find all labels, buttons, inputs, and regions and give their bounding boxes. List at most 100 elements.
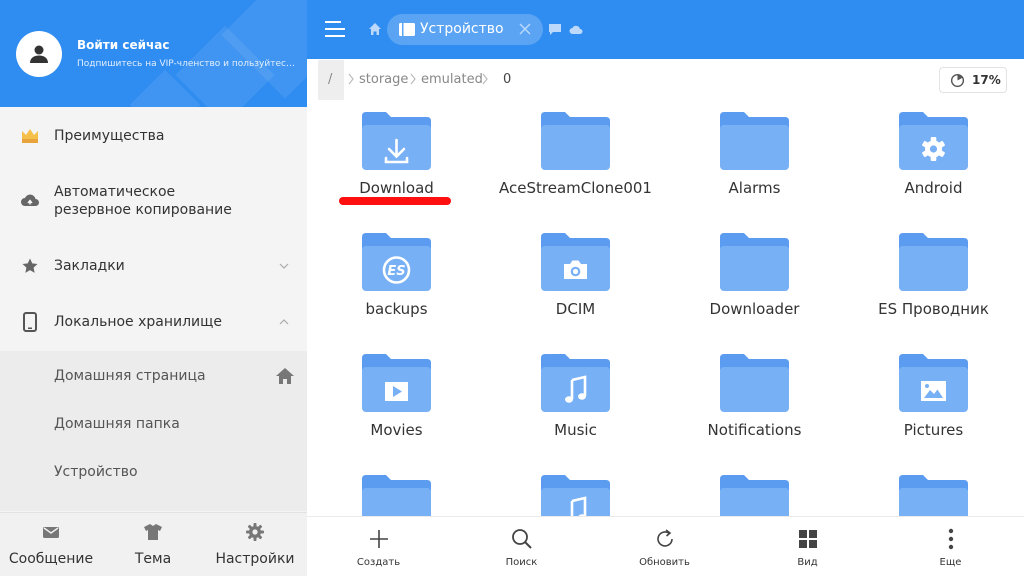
storage-percent: 17% [972, 73, 1001, 87]
breadcrumb-storage[interactable]: storage [359, 72, 408, 87]
folder-label: Android [904, 179, 963, 197]
svg-text:ES: ES [387, 264, 405, 279]
folder-label: Download [359, 179, 434, 197]
refresh-button[interactable]: Обновить [593, 517, 736, 576]
cloud-icon[interactable] [569, 24, 583, 34]
folder-partial[interactable] [665, 465, 844, 516]
folder-downloader[interactable]: Downloader [665, 223, 844, 344]
folder-pictures[interactable]: Pictures [844, 344, 1023, 465]
folder-icon [720, 233, 789, 291]
create-button[interactable]: Создать [307, 517, 450, 576]
refresh-icon [656, 529, 673, 547]
profile-header[interactable]: Войти сейчас Подпишитесь на VIP-членство… [0, 0, 307, 107]
cloud-backup-icon [20, 190, 40, 210]
breadcrumb-current[interactable]: 0 [503, 72, 511, 87]
sidebar-item-label: Закладки [54, 258, 125, 274]
folder-acestreamclone001[interactable]: AceStreamClone001 [486, 102, 665, 223]
folder-label: Downloader [709, 300, 800, 318]
folder-icon [899, 233, 968, 291]
folder-android[interactable]: Android [844, 102, 1023, 223]
sidebar-item-benefits[interactable]: Преимущества [0, 112, 307, 160]
sidebar-subitem-home-page[interactable]: Домашняя страница [0, 352, 307, 400]
tab-device[interactable]: Устройство [387, 14, 543, 45]
settings-button[interactable]: Настройки [204, 513, 306, 576]
menu-icon[interactable] [324, 18, 346, 40]
settings-label: Настройки [215, 551, 295, 567]
sidebar-item-local-storage[interactable]: Локальное хранилище [0, 298, 307, 346]
grid-view-icon [798, 530, 817, 548]
folder-label: Alarms [728, 179, 781, 197]
folder-es-проводник[interactable]: ES Проводник [844, 223, 1023, 344]
folder-dcim[interactable]: DCIM [486, 223, 665, 344]
sidebar-subitem-label: Домашняя страница [54, 368, 206, 384]
breadcrumb-root[interactable]: / [318, 60, 344, 100]
create-label: Создать [356, 557, 401, 568]
local-storage-sublist: Домашняя страница Домашняя папка Устройс… [0, 351, 307, 511]
folder-backups[interactable]: ES backups [307, 223, 486, 344]
book-icon [399, 23, 415, 36]
vip-subtitle: Подпишитесь на VIP-членство и пользуйтес… [77, 59, 299, 69]
navigation-drawer: Войти сейчас Подпишитесь на VIP-членство… [0, 0, 307, 576]
folder-label: backups [365, 300, 428, 318]
sidebar-item-label: Преимущества [54, 128, 165, 144]
folder-label: Pictures [903, 421, 964, 439]
phone-icon [20, 312, 40, 332]
breadcrumb-emulated[interactable]: emulated [421, 72, 483, 87]
theme-button[interactable]: Тема [102, 513, 204, 576]
sidebar-item-bookmarks[interactable]: Закладки [0, 242, 307, 290]
more-button[interactable]: Еще [879, 517, 1022, 576]
folder-icon [362, 354, 431, 412]
folder-icon [362, 475, 431, 516]
folder-icon [899, 354, 968, 412]
folder-icon [541, 112, 610, 170]
star-icon [20, 256, 40, 276]
storage-usage-indicator[interactable]: 17% [939, 67, 1007, 93]
highlight-underline [339, 197, 451, 205]
avatar[interactable] [16, 31, 62, 77]
folder-alarms[interactable]: Alarms [665, 102, 844, 223]
folder-label: AceStreamClone001 [499, 179, 652, 197]
folder-label: Notifications [707, 421, 802, 439]
home-icon[interactable] [275, 366, 295, 386]
chevron-down-icon[interactable] [279, 261, 289, 271]
folder-movies[interactable]: Movies [307, 344, 486, 465]
search-button[interactable]: Поиск [450, 517, 593, 576]
chat-icon[interactable] [549, 24, 561, 35]
folder-icon: ES [362, 233, 431, 291]
folder-icon [362, 112, 431, 170]
crown-icon [20, 126, 40, 146]
view-button[interactable]: Вид [736, 517, 879, 576]
user-icon [30, 45, 48, 63]
pie-chart-icon [950, 73, 965, 88]
more-label: Еще [939, 557, 962, 568]
folder-icon [541, 354, 610, 412]
tab-label: Устройство [420, 21, 504, 37]
home-icon[interactable] [368, 22, 382, 36]
sidebar-item-label-line1: Автоматическое [54, 184, 176, 200]
folder-partial[interactable] [307, 465, 486, 516]
folder-icon [899, 475, 968, 516]
chevron-right-icon [348, 73, 354, 85]
folder-label: Music [554, 421, 597, 439]
sidebar-item-label: Локальное хранилище [54, 314, 222, 330]
chevron-right-icon [482, 73, 488, 85]
close-icon[interactable] [518, 22, 532, 36]
message-button[interactable]: Сообщение [0, 513, 102, 576]
sidebar-subitem-device[interactable]: Устройство [0, 448, 307, 496]
search-label: Поиск [505, 557, 538, 568]
breadcrumb: / storage emulated 0 17% [318, 60, 1018, 102]
sidebar-subitem-home-folder[interactable]: Домашняя папка [0, 400, 307, 448]
folder-notifications[interactable]: Notifications [665, 344, 844, 465]
login-title[interactable]: Войти сейчас [77, 38, 169, 52]
folder-music[interactable]: Music [486, 344, 665, 465]
search-icon [511, 529, 532, 549]
folder-partial[interactable] [844, 465, 1023, 516]
folder-partial[interactable] [486, 465, 665, 516]
refresh-label: Обновить [639, 557, 690, 568]
message-icon [43, 527, 59, 538]
sidebar-item-label: Автоматическое резервное копирование [54, 183, 232, 219]
folder-icon [541, 233, 610, 291]
chevron-up-icon[interactable] [279, 317, 289, 327]
sidebar-subitem-label: Устройство [54, 464, 138, 480]
sidebar-item-auto-backup[interactable]: Автоматическое резервное копирование [0, 176, 307, 228]
